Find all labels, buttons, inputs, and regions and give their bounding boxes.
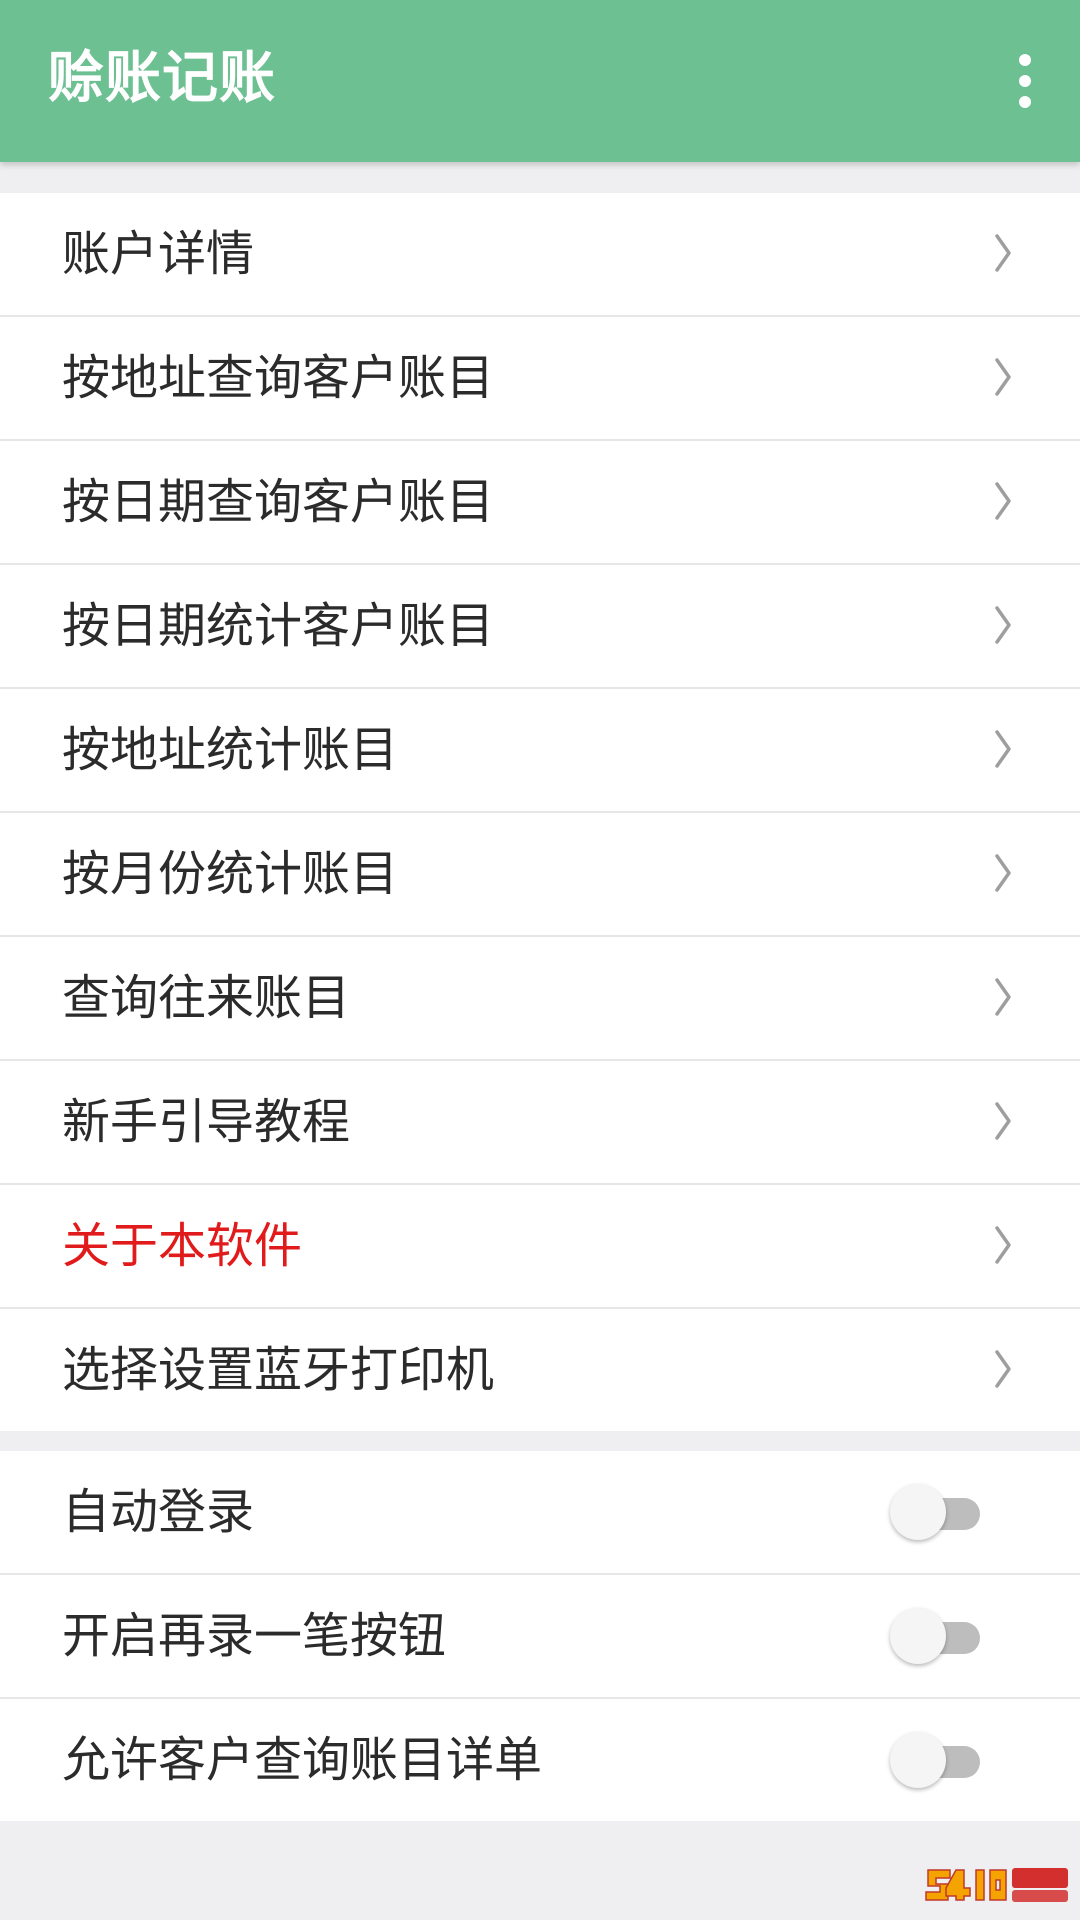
list-item-label: 关于本软件: [62, 1218, 303, 1274]
watermark-logo: [925, 1868, 1068, 1902]
list-item-label: 按月份统计账目: [62, 846, 399, 902]
list-item-stats-by-address[interactable]: 按地址统计账目: [0, 689, 1080, 813]
auto-login-toggle[interactable]: [890, 1484, 984, 1540]
list-item-about[interactable]: 关于本软件: [0, 1185, 1080, 1309]
toggle-thumb: [890, 1732, 946, 1788]
list-item-query-by-date[interactable]: 按日期查询客户账目: [0, 441, 1080, 565]
chevron-right-icon: [995, 482, 1011, 520]
chevron-right-icon: [995, 1226, 1011, 1264]
list-item-label: 新手引导教程: [62, 1094, 351, 1150]
chevron-right-icon: [995, 234, 1011, 272]
menu-dot: [1019, 54, 1031, 66]
list-item-query-by-address[interactable]: 按地址查询客户账目: [0, 317, 1080, 441]
setting-customer-query: 允许客户查询账目详单: [0, 1699, 1080, 1821]
app-title: 赊账记账: [48, 46, 276, 111]
list-item-bluetooth-printer[interactable]: 选择设置蓝牙打印机: [0, 1309, 1080, 1431]
list-item-label: 按地址查询客户账目: [62, 350, 495, 406]
chevron-right-icon: [995, 854, 1011, 892]
customer-query-toggle[interactable]: [890, 1732, 984, 1788]
list-item-query-transactions[interactable]: 查询往来账目: [0, 937, 1080, 1061]
setting-label: 自动登录: [62, 1484, 255, 1540]
setting-label: 允许客户查询账目详单: [62, 1732, 543, 1788]
chevron-right-icon: [995, 358, 1011, 396]
menu-dot: [1019, 96, 1031, 108]
setting-record-again-button: 开启再录一笔按钮: [0, 1575, 1080, 1699]
list-item-label: 按日期查询客户账目: [62, 474, 495, 530]
list-item-label: 查询往来账目: [62, 970, 351, 1026]
list-item-stats-by-date[interactable]: 按日期统计客户账目: [0, 565, 1080, 689]
setting-label: 开启再录一笔按钮: [62, 1608, 447, 1664]
list-item-label: 选择设置蓝牙打印机: [62, 1342, 495, 1398]
settings-list: 自动登录 开启再录一笔按钮 允许客户查询账目详单: [0, 1451, 1080, 1821]
chevron-right-icon: [995, 606, 1011, 644]
chevron-right-icon: [995, 978, 1011, 1016]
more-vertical-icon[interactable]: [990, 36, 1060, 126]
toggle-thumb: [890, 1484, 946, 1540]
list-item-account-details[interactable]: 账户详情: [0, 193, 1080, 317]
list-item-label: 按日期统计客户账目: [62, 598, 495, 654]
list-item-stats-by-month[interactable]: 按月份统计账目: [0, 813, 1080, 937]
list-item-label: 按地址统计账目: [62, 722, 399, 778]
chevron-right-icon: [995, 730, 1011, 768]
chevron-right-icon: [995, 1102, 1011, 1140]
app-bar: 赊账记账: [0, 0, 1080, 162]
list-item-tutorial[interactable]: 新手引导教程: [0, 1061, 1080, 1185]
setting-auto-login: 自动登录: [0, 1451, 1080, 1575]
toggle-thumb: [890, 1608, 946, 1664]
menu-dot: [1019, 75, 1031, 87]
list-item-label: 账户详情: [62, 226, 255, 282]
navigation-list: 账户详情 按地址查询客户账目 按日期查询客户账目 按日期统计客户账目 按地址统计…: [0, 193, 1080, 1431]
chevron-right-icon: [995, 1350, 1011, 1388]
record-again-toggle[interactable]: [890, 1608, 984, 1664]
